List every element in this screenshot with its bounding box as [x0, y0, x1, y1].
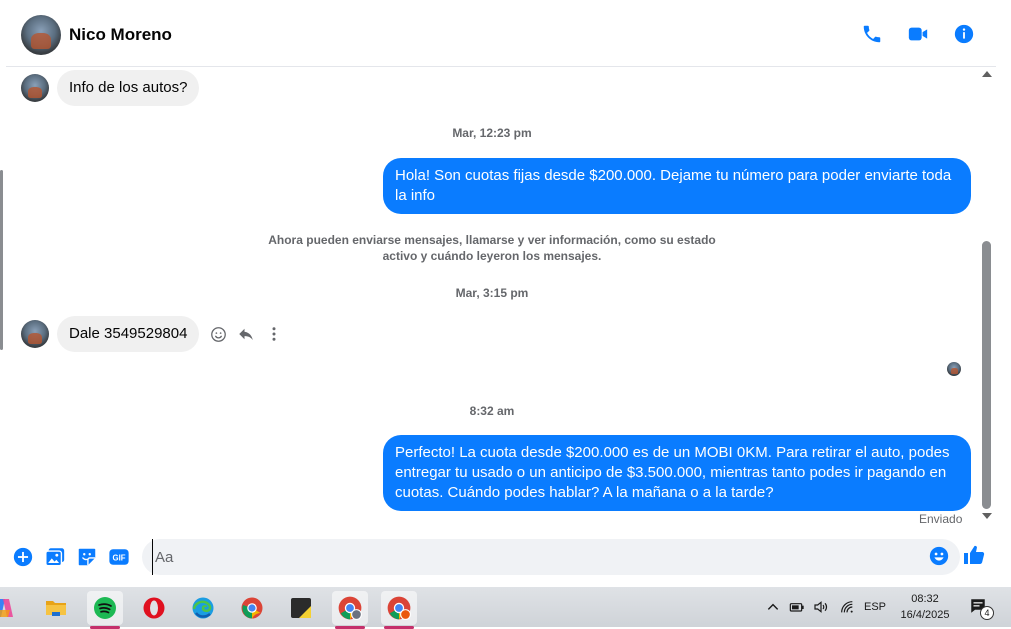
message-status: Enviado: [919, 512, 963, 526]
messenger-window: Nico Moreno Info de los autos? Mar, 12:2…: [0, 0, 1011, 587]
attach-image-button[interactable]: [44, 546, 66, 568]
left-edge-scroll: [0, 170, 3, 350]
more-options-button[interactable]: [265, 325, 283, 343]
notification-count-badge: 4: [980, 606, 994, 620]
volume-icon[interactable]: [812, 599, 830, 615]
more-options-icon: [272, 327, 276, 341]
notification-center-button[interactable]: 4: [968, 597, 994, 620]
chrome-icon: [241, 597, 263, 619]
chat-info-button[interactable]: [952, 22, 976, 46]
chrome-profile-2-icon: [387, 596, 411, 620]
plus-icon: [13, 547, 33, 567]
info-icon: [954, 24, 974, 44]
edge-icon: [192, 597, 214, 619]
opera-icon: [143, 597, 165, 619]
system-tray: ESP: [766, 587, 886, 627]
sticky-notes-icon: [291, 598, 311, 618]
taskbar-chrome-profile-1[interactable]: [332, 591, 368, 629]
taskbar-opera[interactable]: [136, 591, 172, 625]
image-icon: [45, 548, 65, 567]
send-like-button[interactable]: [962, 543, 988, 569]
taskbar-sticky-notes[interactable]: [283, 591, 319, 625]
taskbar-chrome-profile-2[interactable]: [381, 591, 417, 629]
taskbar-edge[interactable]: [185, 591, 221, 625]
message-input-wrapper: [142, 539, 960, 575]
scroll-thumb[interactable]: [982, 241, 991, 509]
phone-icon: [863, 25, 881, 43]
taskbar-chrome[interactable]: [234, 591, 270, 625]
contact-name[interactable]: Nico Moreno: [69, 25, 172, 45]
chevron-up-icon[interactable]: [766, 600, 780, 614]
emoji-icon: [929, 546, 949, 566]
input-language[interactable]: ESP: [864, 601, 886, 613]
incoming-message[interactable]: Info de los autos?: [57, 70, 200, 106]
more-actions-button[interactable]: [12, 546, 34, 568]
system-message-line: Ahora pueden enviarse mensajes, llamarse…: [268, 233, 716, 247]
video-call-button[interactable]: [906, 22, 930, 46]
taskbar-spotify[interactable]: [87, 591, 123, 629]
windows-taskbar: ESP 08:32 16/4/2025 4: [0, 587, 1011, 629]
react-button[interactable]: [209, 325, 227, 343]
gif-button[interactable]: GIF: [108, 546, 130, 568]
scroll-up-arrow[interactable]: [982, 71, 992, 77]
taskbar-file-explorer[interactable]: [38, 591, 74, 625]
reply-icon: [239, 328, 254, 340]
contact-avatar[interactable]: [21, 15, 61, 55]
header-actions: [860, 22, 976, 46]
outgoing-message[interactable]: Hola! Son cuotas fijas desde $200.000. D…: [383, 158, 971, 214]
message-composer: GIF: [6, 537, 996, 577]
copilot-icon: [0, 599, 13, 617]
message-timestamp: Mar, 3:15 pm: [455, 286, 529, 300]
message-timestamp: 8:32 am: [469, 404, 515, 418]
outgoing-message[interactable]: Perfecto! La cuota desde $200.000 es de …: [383, 435, 971, 511]
emoji-button[interactable]: [928, 545, 952, 569]
sender-avatar[interactable]: [21, 320, 49, 348]
gif-icon: GIF: [109, 549, 129, 565]
message-input[interactable]: [152, 539, 912, 575]
message-list[interactable]: Info de los autos? Mar, 12:23 pm Hola! S…: [6, 67, 978, 531]
message-scrollbar[interactable]: [978, 67, 996, 531]
smiley-icon: [211, 326, 226, 342]
message-row-incoming: Info de los autos?: [21, 70, 200, 106]
clock-time: 08:32: [911, 593, 939, 605]
system-message-line: activo y cuándo leyeron los mensajes.: [382, 249, 602, 263]
chrome-profile-1-icon: [338, 596, 362, 620]
sticker-button[interactable]: [76, 546, 98, 568]
sticker-icon: [78, 548, 96, 566]
message-row-incoming: Dale 3549529804: [21, 316, 283, 352]
message-timestamp: Mar, 12:23 pm: [452, 126, 532, 140]
scroll-down-arrow[interactable]: [982, 513, 992, 519]
read-receipt-avatar: [947, 362, 961, 376]
taskbar-clock[interactable]: 08:32 16/4/2025: [892, 591, 958, 623]
thumbs-up-icon: [964, 545, 985, 564]
taskbar-copilot[interactable]: [0, 591, 22, 625]
spotify-icon: [94, 597, 116, 619]
sender-avatar[interactable]: [21, 74, 49, 102]
reply-button[interactable]: [237, 325, 255, 343]
file-explorer-icon: [46, 601, 66, 616]
gif-label: GIF: [113, 553, 126, 562]
message-actions: [209, 325, 283, 343]
wifi-icon[interactable]: [838, 599, 856, 615]
incoming-message[interactable]: Dale 3549529804: [57, 316, 200, 352]
chat-header: Nico Moreno: [6, 4, 996, 67]
system-message: Ahora pueden enviarse mensajes, llamarse…: [192, 232, 792, 264]
voice-call-button[interactable]: [860, 22, 884, 46]
video-camera-icon: [908, 27, 928, 41]
clock-date: 16/4/2025: [900, 609, 950, 621]
battery-icon[interactable]: [788, 599, 806, 615]
